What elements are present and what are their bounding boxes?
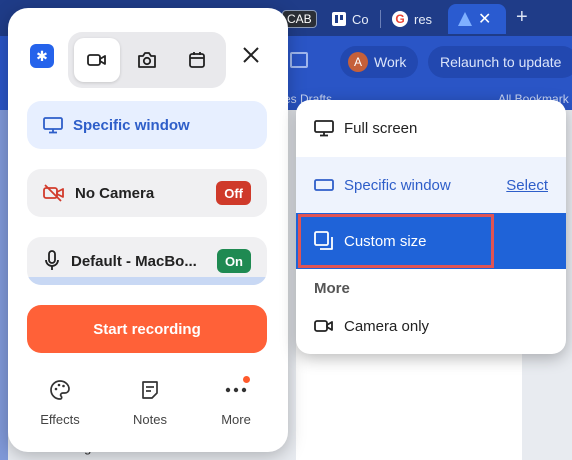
trello-icon — [332, 12, 346, 26]
relaunch-label: Relaunch to update — [440, 54, 562, 70]
menu-section-more: More — [314, 280, 350, 297]
profile-label: Work — [374, 54, 407, 70]
camera-only-label: Camera only — [344, 317, 430, 335]
microphone-status-badge[interactable]: On — [216, 249, 251, 273]
start-recording-label: Start recording — [93, 320, 201, 338]
browser-tab-active[interactable]: ✕ — [448, 4, 506, 34]
notification-dot — [243, 376, 250, 383]
microphone-icon — [45, 250, 59, 270]
menu-item-camera-only[interactable]: Camera only — [296, 298, 566, 354]
new-tab-icon[interactable]: + — [516, 6, 528, 29]
camera-select[interactable]: No Camera Off — [27, 169, 267, 217]
mic-level-meter — [27, 277, 267, 285]
microphone-select[interactable]: Default - MacBo... On — [27, 237, 267, 285]
tab-search-icon[interactable] — [290, 52, 308, 68]
specific-window-label: Specific window — [344, 176, 451, 194]
tab-label-co: Co — [352, 11, 369, 27]
more-dots-icon — [225, 387, 247, 393]
palette-icon — [50, 380, 70, 400]
google-icon: G — [392, 11, 408, 27]
effects-label: Effects — [40, 412, 80, 427]
capture-mode-toggle — [68, 32, 226, 88]
menu-item-full-screen[interactable]: Full screen — [296, 100, 566, 156]
camera-label: No Camera — [75, 184, 155, 202]
notes-button[interactable]: Notes — [115, 378, 185, 427]
calendar-icon — [189, 52, 205, 68]
relaunch-button[interactable]: Relaunch to update — [428, 46, 572, 78]
more-button[interactable]: More — [201, 376, 271, 427]
profile-button[interactable]: A Work — [340, 46, 418, 78]
full-screen-label: Full screen — [344, 119, 418, 137]
monitor-icon — [314, 120, 334, 137]
monitor-icon — [43, 117, 63, 134]
browser-tab-trello[interactable]: Co — [332, 6, 369, 32]
capture-source-label: Specific window — [73, 116, 190, 134]
avatar: A — [348, 52, 368, 72]
close-button[interactable] — [238, 42, 264, 68]
select-window-link[interactable]: Select — [506, 177, 548, 194]
camera-status-badge[interactable]: Off — [216, 181, 251, 205]
microphone-label: Default - MacBo... — [71, 252, 197, 270]
tab-label-res: res — [414, 11, 433, 27]
camera-off-icon — [43, 184, 64, 202]
page-left-strip — [0, 110, 8, 460]
app-logo-icon: ✱ — [30, 44, 54, 68]
video-camera-icon — [314, 320, 333, 332]
video-mode-button[interactable] — [74, 38, 120, 82]
capture-source-menu: Full screen Specific window Select Custo… — [296, 100, 566, 354]
camera-icon — [138, 52, 156, 68]
screenshot-mode-button[interactable] — [124, 38, 170, 82]
atlassian-icon — [458, 12, 472, 26]
start-recording-button[interactable]: Start recording — [27, 305, 267, 353]
window-icon — [314, 179, 334, 191]
browser-tab-google[interactable]: G res — [392, 6, 432, 32]
tab-separator — [380, 10, 381, 28]
video-camera-icon — [87, 54, 106, 66]
tab-close-icon[interactable]: ✕ — [478, 9, 491, 29]
schedule-mode-button[interactable] — [174, 38, 220, 82]
recorder-panel: ✱ Specific window No Camera Off Default … — [8, 8, 288, 452]
capture-source-select[interactable]: Specific window — [27, 101, 267, 149]
notes-icon — [142, 381, 158, 399]
notes-label: Notes — [133, 412, 167, 427]
close-icon — [243, 47, 259, 63]
effects-button[interactable]: Effects — [25, 378, 95, 427]
highlight-box — [298, 214, 494, 268]
more-label: More — [221, 412, 251, 427]
menu-item-specific-window[interactable]: Specific window Select — [296, 157, 566, 213]
